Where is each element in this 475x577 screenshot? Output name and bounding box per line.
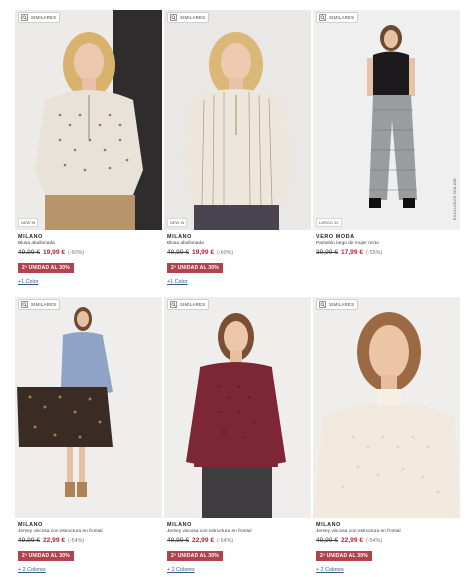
product-description[interactable]: Blusa abullonada (167, 241, 311, 246)
similar-search-icon (170, 301, 177, 308)
similar-search-icon (319, 301, 326, 308)
product-image[interactable]: SIMILARES (164, 297, 311, 518)
old-price: 49,99 € (316, 537, 338, 544)
more-colors-link[interactable]: + 2 Colores (316, 567, 460, 573)
product-image[interactable]: SIMILARES (15, 297, 162, 518)
similar-label: SIMILARES (180, 15, 206, 20)
product-tag: NEW IN (167, 218, 188, 227)
discount-percent: (-60%) (217, 250, 234, 256)
similar-button[interactable]: SIMILARES (167, 12, 210, 23)
sale-price: 19,99 € (192, 249, 214, 256)
similar-button[interactable]: SIMILARES (316, 299, 359, 310)
more-colors-link[interactable]: +1 Color (167, 279, 311, 285)
product-image[interactable]: SIMILARES NEW IN (164, 10, 311, 230)
product-prices: 39,99 € 17,99 € (-55%) (316, 249, 460, 256)
product-card[interactable]: SIMILARES MILANO Jersey viscosa con estr… (15, 297, 162, 573)
old-price: 39,99 € (316, 249, 338, 256)
discount-percent: (-55%) (366, 250, 383, 256)
product-info: MILANO Blusa abullonada 49,99 € 19,99 € … (15, 234, 162, 285)
product-description[interactable]: Jersey viscosa con estructura en frontal (316, 529, 460, 534)
promo-badge: 2ª UNIDAD AL 30% (18, 551, 74, 561)
promo-badge: 2ª UNIDAD AL 30% (18, 263, 74, 273)
product-info: MILANO Jersey viscosa con estructura en … (313, 522, 460, 573)
sale-price: 22,99 € (192, 537, 214, 544)
product-prices: 49,99 € 19,99 € (-60%) (18, 249, 162, 256)
old-price: 49,99 € (18, 537, 40, 544)
similar-search-icon (170, 14, 177, 21)
product-description[interactable]: Pantalón largo de mujer recto (316, 241, 460, 246)
similar-label: SIMILARES (180, 302, 206, 307)
product-card[interactable]: SIMILARES MILANO Jersey viscosa con estr… (164, 297, 311, 573)
sale-price: 17,99 € (341, 249, 363, 256)
sale-price: 22,99 € (341, 537, 363, 544)
product-brand: VERO MODA (316, 234, 355, 240)
product-image[interactable]: SIMILARES NEW IN (15, 10, 162, 230)
similar-search-icon (319, 14, 326, 21)
product-brand: MILANO (167, 522, 192, 528)
product-info: MILANO Jersey viscosa con estructura en … (164, 522, 311, 573)
similar-label: SIMILARES (329, 15, 355, 20)
product-tag: LARGO 32 (316, 218, 342, 227)
old-price: 49,99 € (167, 537, 189, 544)
promo-badge: 2ª UNIDAD AL 30% (167, 551, 223, 561)
product-card[interactable]: SIMILARES NEW IN MILANO Blusa abullonada… (15, 10, 162, 285)
more-colors-link[interactable]: +1 Color (18, 279, 162, 285)
similar-button[interactable]: SIMILARES (316, 12, 359, 23)
product-prices: 49,99 € 22,99 € (-54%) (316, 537, 460, 544)
similar-label: SIMILARES (329, 302, 355, 307)
sale-price: 22,99 € (43, 537, 65, 544)
product-image[interactable]: SIMILARES LARGO 32 EXCLUSIVO ONLINE (313, 10, 460, 230)
more-colors-link[interactable]: + 2 Colores (18, 567, 162, 573)
product-prices: 49,99 € 19,99 € (-60%) (167, 249, 311, 256)
product-tag: NEW IN (18, 218, 39, 227)
promo-badge: 2ª UNIDAD AL 30% (167, 263, 223, 273)
product-info: VERO MODA Pantalón largo de mujer recto … (313, 234, 460, 256)
product-brand: MILANO (18, 522, 43, 528)
similar-button[interactable]: SIMILARES (167, 299, 210, 310)
product-description[interactable]: Jersey viscosa con estructura en frontal (167, 529, 311, 534)
more-colors-link[interactable]: + 2 Colores (167, 567, 311, 573)
discount-percent: (-54%) (366, 538, 383, 544)
similar-button[interactable]: SIMILARES (18, 12, 61, 23)
product-description[interactable]: Blusa abullonada (18, 241, 162, 246)
promo-badge: 2ª UNIDAD AL 30% (316, 551, 372, 561)
old-price: 49,99 € (18, 249, 40, 256)
product-description[interactable]: Jersey viscosa con estructura en frontal (18, 529, 162, 534)
product-prices: 49,99 € 22,99 € (-54%) (167, 537, 311, 544)
product-card[interactable]: SIMILARES NEW IN MILANO Blusa abullonada… (164, 10, 311, 285)
old-price: 49,99 € (167, 249, 189, 256)
product-prices: 49,99 € 22,99 € (-54%) (18, 537, 162, 544)
product-brand: MILANO (316, 522, 341, 528)
sale-price: 19,99 € (43, 249, 65, 256)
similar-label: SIMILARES (31, 302, 57, 307)
discount-percent: (-54%) (68, 538, 85, 544)
product-brand: MILANO (18, 234, 43, 240)
discount-percent: (-54%) (217, 538, 234, 544)
product-card[interactable]: SIMILARES LARGO 32 EXCLUSIVO ONLINE VERO… (313, 10, 460, 256)
similar-search-icon (21, 301, 28, 308)
product-image[interactable]: SIMILARES (313, 297, 460, 518)
similar-label: SIMILARES (31, 15, 57, 20)
product-brand: MILANO (167, 234, 192, 240)
similar-search-icon (21, 14, 28, 21)
similar-button[interactable]: SIMILARES (18, 299, 61, 310)
online-exclusive-label: EXCLUSIVO ONLINE (452, 177, 457, 220)
product-card[interactable]: SIMILARES MILANO Jersey viscosa con estr… (313, 297, 460, 573)
discount-percent: (-60%) (68, 250, 85, 256)
product-info: MILANO Jersey viscosa con estructura en … (15, 522, 162, 573)
product-info: MILANO Blusa abullonada 49,99 € 19,99 € … (164, 234, 311, 285)
